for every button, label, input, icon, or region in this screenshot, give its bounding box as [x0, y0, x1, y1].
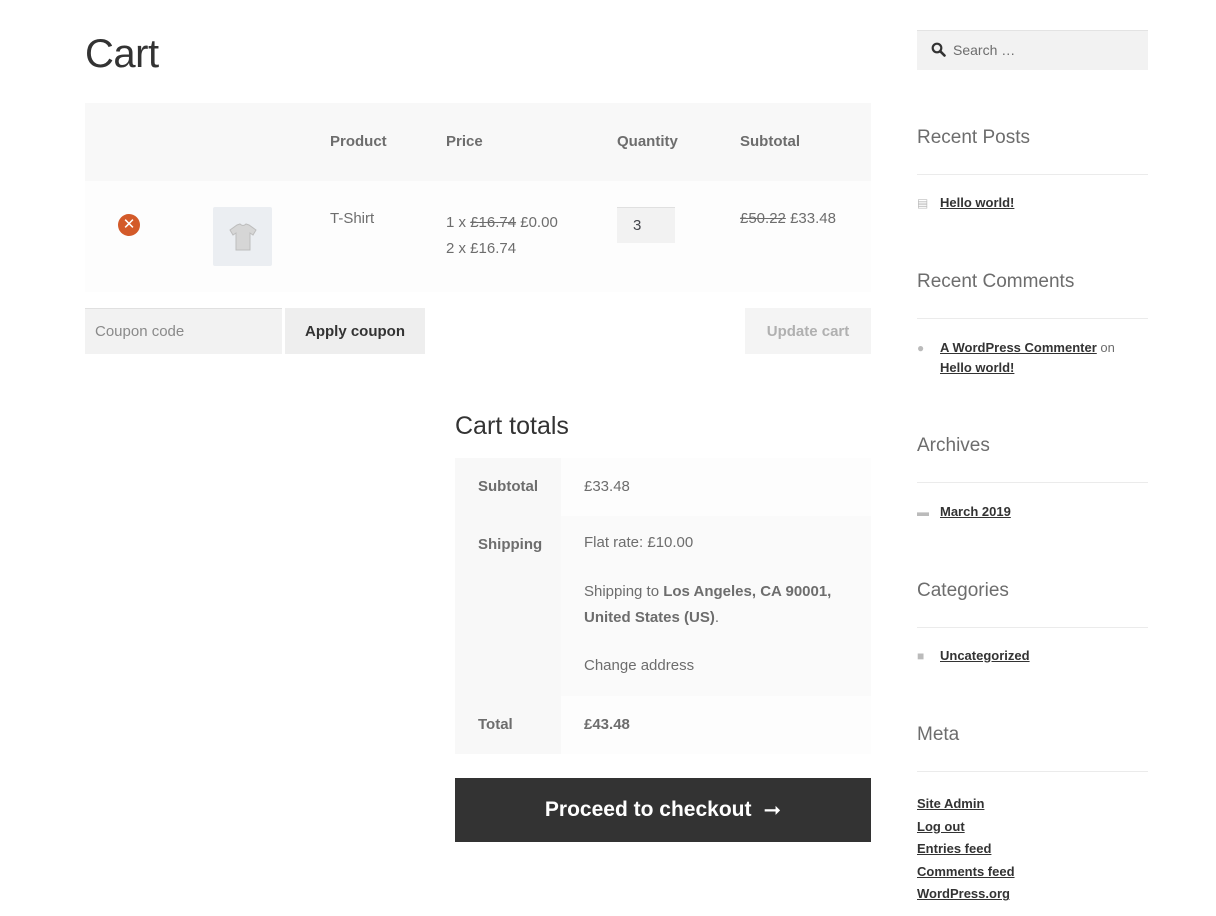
page-title: Cart — [85, 32, 159, 76]
total-value: £43.48 — [561, 696, 871, 754]
change-address-link[interactable]: Change address — [584, 653, 871, 679]
divider — [917, 482, 1148, 483]
cart-totals-table: Subtotal £33.48 Shipping Flat rate: £10.… — [455, 458, 871, 754]
list-item: ▬ March 2019 — [917, 502, 1011, 522]
cart-table: Product Price Quantity Subtotal ✕ T-Shir… — [85, 103, 871, 292]
category-link[interactable]: Uncategorized — [940, 646, 1030, 666]
quantity-input[interactable] — [617, 207, 675, 243]
meta-link-entries-feed[interactable]: Entries feed — [917, 838, 1015, 861]
comment-post-link[interactable]: Hello world! — [940, 360, 1014, 375]
document-icon: ▤ — [917, 196, 929, 210]
header-quantity: Quantity — [617, 133, 678, 150]
subtotal-value: £33.48 — [561, 458, 871, 516]
recent-comments-title: Recent Comments — [917, 271, 1075, 292]
shipping-rate: Flat rate: £10.00 — [584, 534, 694, 551]
total-label: Total — [455, 696, 561, 754]
tshirt-icon — [228, 222, 257, 250]
shipping-destination: Shipping to Los Angeles, CA 90001, Unite… — [584, 579, 871, 631]
checkout-label: Proceed to checkout — [544, 798, 752, 821]
apply-coupon-button[interactable]: Apply coupon — [285, 308, 425, 354]
meta-links: Site Admin Log out Entries feed Comments… — [917, 793, 1015, 906]
price-new: £0.00 — [520, 214, 558, 231]
comment-author-link[interactable]: A WordPress Commenter — [940, 340, 1097, 355]
archive-link[interactable]: March 2019 — [940, 502, 1011, 522]
product-name-text[interactable]: T-Shirt — [330, 210, 374, 227]
divider — [917, 627, 1148, 628]
proceed-to-checkout-button[interactable]: Proceed to checkout ➞ — [455, 778, 871, 842]
shipping-value: Flat rate: £10.00 Shipping to Los Angele… — [561, 516, 871, 696]
price-qty: 1 x — [446, 214, 467, 231]
folder-open-icon: ▬ — [917, 505, 929, 519]
meta-link-comments-feed[interactable]: Comments feed — [917, 861, 1015, 884]
totals-shipping-row: Shipping Flat rate: £10.00 Shipping to L… — [455, 516, 871, 696]
search-icon — [931, 42, 946, 57]
update-cart-button[interactable]: Update cart — [745, 308, 871, 354]
shipping-to-prefix: Shipping to — [584, 583, 660, 600]
divider — [917, 771, 1148, 772]
search-box — [917, 30, 1148, 70]
product-price: 1 x £16.74 £0.00 2 x £16.74 — [446, 210, 558, 262]
price-line-2: 2 x £16.74 — [446, 240, 517, 257]
divider — [917, 174, 1148, 175]
meta-link-wordpress-org[interactable]: WordPress.org — [917, 883, 1015, 906]
remove-item-icon[interactable]: ✕ — [118, 214, 140, 236]
shipping-label: Shipping — [455, 516, 561, 696]
product-thumbnail[interactable] — [213, 207, 272, 266]
cart-table-header: Product Price Quantity Subtotal — [85, 103, 871, 181]
coupon-code-input[interactable] — [85, 308, 282, 354]
archives-title: Archives — [917, 435, 990, 456]
meta-link-log-out[interactable]: Log out — [917, 816, 1015, 839]
arrow-right-icon: ➞ — [763, 798, 782, 822]
comment-icon: ● — [917, 341, 925, 355]
price-old: £16.74 — [470, 214, 517, 231]
list-item: ▤ Hello world! — [917, 193, 1014, 213]
list-item: ■ Uncategorized — [917, 646, 1030, 666]
subtotal-label: Subtotal — [455, 458, 561, 516]
row-subtotal: £50.22 £33.48 — [740, 210, 836, 227]
header-product: Product — [330, 133, 387, 150]
folder-icon: ■ — [917, 649, 925, 663]
subtotal-new: £33.48 — [790, 210, 836, 227]
totals-subtotal-row: Subtotal £33.48 — [455, 458, 871, 516]
table-row: ✕ T-Shirt 1 x £16.74 £0.00 2 x £16.74 £5… — [85, 181, 871, 292]
totals-total-row: Total £43.48 — [455, 696, 871, 754]
search-input[interactable] — [953, 31, 1143, 69]
recent-posts-title: Recent Posts — [917, 127, 1030, 148]
comment-on-text: on — [1100, 340, 1115, 355]
recent-post-link[interactable]: Hello world! — [940, 193, 1014, 213]
divider — [917, 318, 1148, 319]
meta-title: Meta — [917, 724, 960, 745]
shipping-to-suffix: . — [714, 609, 720, 626]
categories-title: Categories — [917, 580, 1009, 601]
meta-link-site-admin[interactable]: Site Admin — [917, 793, 1015, 816]
product-name[interactable]: T-Shirt — [330, 210, 374, 227]
subtotal-old: £50.22 — [740, 210, 786, 227]
cart-totals-title: Cart totals — [455, 412, 569, 440]
header-subtotal: Subtotal — [740, 133, 800, 150]
list-item: ● A WordPress Commenter on Hello world! — [917, 338, 1148, 378]
header-price: Price — [446, 133, 483, 150]
